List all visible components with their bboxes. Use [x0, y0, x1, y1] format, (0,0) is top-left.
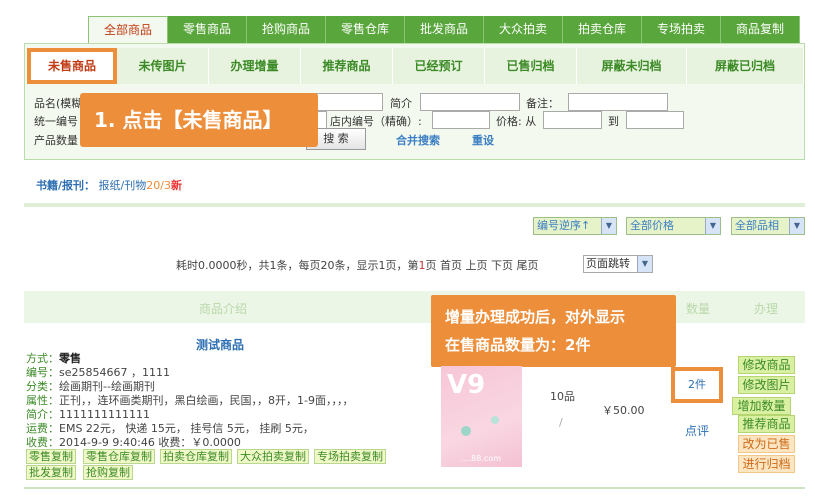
top-tab-bar: 全部商品 零售商品 抢购商品 零售仓库 批发商品 大众拍卖 拍卖仓库 专场拍卖 …: [88, 16, 800, 43]
callout-quantity-result: 增量办理成功后，对外显示 在售商品数量为：2件: [431, 295, 676, 367]
thumbnail-decoration: [461, 426, 471, 436]
copy-retail-tag[interactable]: 零售复制: [26, 449, 76, 464]
add-quantity-button[interactable]: 增加数量: [732, 397, 791, 415]
price-filter-select[interactable]: 全部价格 ▼: [626, 217, 721, 235]
tab-public-auction[interactable]: 大众拍卖: [484, 16, 563, 43]
copy-retail-warehouse-tag[interactable]: 零售仓库复制: [83, 449, 155, 464]
pager-nav-links[interactable]: 页 首页 上页 下页 尾页: [425, 259, 538, 272]
store-no-label: 店内编号（精确）:: [330, 115, 422, 128]
chevron-down-icon: ▼: [789, 218, 804, 234]
new-badge: 新: [170, 179, 182, 192]
note-label: 备注：: [526, 97, 559, 110]
thumbnail-decoration: [491, 416, 499, 424]
product-quantity: 2件: [671, 367, 723, 403]
combine-search-link[interactable]: 合并搜索: [396, 132, 440, 148]
copy-wholesale-tag[interactable]: 批发复制: [26, 465, 76, 480]
product-title-link[interactable]: 测试商品: [196, 336, 244, 353]
chevron-down-icon: ▼: [601, 218, 616, 234]
subtab-hidden-archived[interactable]: 屏蔽已归档: [687, 48, 804, 84]
tab-wholesale-products[interactable]: 批发商品: [405, 16, 484, 43]
category-count-new: 3: [163, 179, 171, 192]
tab-flash-sale-products[interactable]: 抢购商品: [247, 16, 326, 43]
archive-button[interactable]: 进行归档: [738, 455, 795, 473]
review-link[interactable]: 点评: [685, 422, 709, 439]
callout-line-2: 在售商品数量为：2件: [445, 336, 591, 354]
header-quantity: 数量: [686, 302, 711, 316]
tab-special-auction[interactable]: 专场拍卖: [642, 16, 721, 43]
price-filter-value: 全部价格: [630, 219, 674, 232]
thumbnail-watermark: ....88.com: [461, 454, 501, 463]
sub-tab-bar: 未售商品 未传图片 办理增量 推荐商品 已经预订 已售归档 屏蔽未归档 屏蔽已归…: [27, 48, 804, 84]
header-intro: 商品介绍: [199, 302, 248, 316]
subtab-no-image[interactable]: 未传图片: [117, 48, 209, 84]
section-divider: [24, 203, 805, 207]
callout-line-1: 增量办理成功后，对外显示: [445, 308, 626, 326]
intro-label: 简介: [390, 97, 412, 110]
pagination-info: 耗时0.0000秒，共1条，每页20条，显示1页，第1页 首页 上页 下页 尾页: [176, 257, 538, 273]
subtab-recommended[interactable]: 推荐商品: [301, 48, 393, 84]
note-input[interactable]: [568, 93, 668, 111]
unified-no-label: 统一编号: [34, 115, 78, 128]
store-no-input[interactable]: [432, 111, 490, 129]
subtab-add-quantity[interactable]: 办理增量: [209, 48, 301, 84]
field-key: 收费：: [26, 436, 59, 449]
category-child-link[interactable]: 报纸/刊物: [99, 179, 147, 192]
field-value: 2014-9-9 9:40:46 收费：￥0.0000: [59, 436, 241, 449]
thumbnail-logo: V9: [447, 370, 486, 400]
intro-input[interactable]: [420, 93, 520, 111]
sort-order-value: 编号逆序↑: [537, 219, 591, 232]
subtab-unsold-products[interactable]: 未售商品: [27, 48, 117, 84]
product-field: 收费：2014-9-9 9:40:46 收费：￥0.0000: [26, 434, 241, 450]
copy-public-auction-tag[interactable]: 大众拍卖复制: [237, 449, 309, 464]
page-jump-select[interactable]: 页面跳转 ▼: [583, 255, 653, 273]
subtab-hidden-unarchived[interactable]: 屏蔽未归档: [577, 48, 687, 84]
subtab-reserved[interactable]: 已经预订: [393, 48, 485, 84]
mark-sold-button[interactable]: 改为已售: [738, 435, 795, 453]
tab-product-copy[interactable]: 商品复制: [721, 16, 800, 43]
price-to-label: 到: [608, 115, 619, 128]
edit-product-button[interactable]: 修改商品: [738, 356, 795, 374]
grade-filter-select[interactable]: 全部品相 ▼: [731, 217, 805, 235]
chevron-down-icon: ▼: [705, 218, 720, 234]
tab-retail-products[interactable]: 零售商品: [168, 16, 247, 43]
tab-auction-warehouse[interactable]: 拍卖仓库: [563, 16, 642, 43]
name-label: 品名(模糊: [34, 97, 83, 110]
tab-retail-warehouse[interactable]: 零售仓库: [326, 16, 405, 43]
price-from-label: 价格: 从: [496, 115, 537, 128]
category-count-total: 20: [146, 179, 161, 192]
callout-click-unsold: 1. 点击【未售商品】: [80, 93, 318, 147]
product-thumbnail[interactable]: V9 ....88.com: [441, 366, 522, 467]
tab-all-products[interactable]: 全部商品: [88, 16, 168, 43]
copy-special-auction-tag[interactable]: 专场拍卖复制: [314, 449, 386, 464]
copy-flash-sale-tag[interactable]: 抢购复制: [83, 465, 133, 480]
subtab-sold-archived[interactable]: 已售归档: [485, 48, 577, 84]
header-action: 办理: [754, 302, 779, 316]
product-price: ￥50.00: [602, 404, 645, 417]
edit-image-button[interactable]: 修改图片: [738, 376, 795, 394]
price-to-input[interactable]: [626, 111, 684, 129]
page-jump-value: 页面跳转: [586, 257, 630, 270]
product-grade: 10品: [550, 390, 575, 403]
name-input[interactable]: [315, 93, 383, 111]
copy-auction-warehouse-tag[interactable]: 拍卖仓库复制: [160, 449, 232, 464]
pager-summary: 耗时0.0000秒，共1条，每页20条，显示1页，第: [176, 259, 419, 272]
category-breadcrumb: 书籍/报刊： 报纸/刊物20/3新: [36, 177, 182, 193]
product-slash: /: [559, 416, 563, 429]
category-root-link[interactable]: 书籍/报刊: [36, 179, 84, 192]
row-bottom-divider: [24, 487, 805, 489]
quantity-label: 产品数量: [34, 134, 78, 147]
grade-filter-value: 全部品相: [735, 219, 779, 232]
reset-link[interactable]: 重设: [472, 132, 494, 148]
price-from-input[interactable]: [543, 111, 602, 129]
recommend-product-button[interactable]: 推荐商品: [738, 415, 795, 433]
chevron-down-icon: ▼: [637, 256, 652, 272]
category-separator: ：: [84, 179, 96, 192]
sort-order-select[interactable]: 编号逆序↑ ▼: [533, 217, 617, 235]
table-header: 商品介绍 数量 办理: [24, 291, 805, 323]
